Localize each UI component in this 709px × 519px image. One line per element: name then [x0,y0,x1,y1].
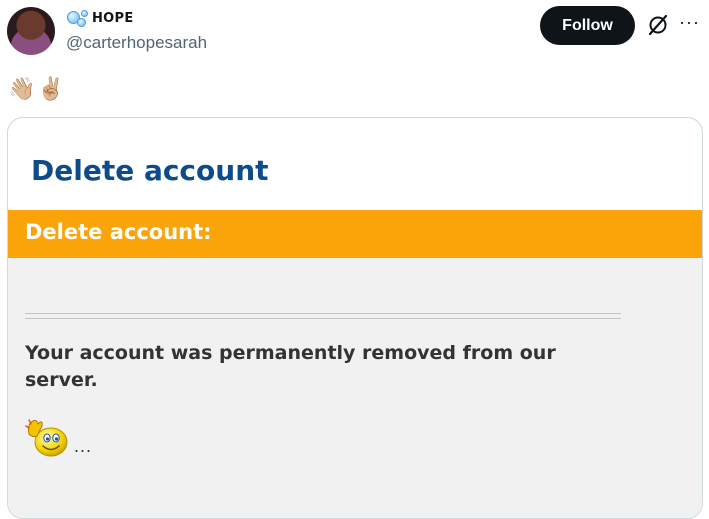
post-text: 👋🏼✌🏼 [8,76,67,101]
display-name[interactable]: HOPE [92,11,134,26]
avatar[interactable] [7,7,55,55]
trailing-ellipsis: ... [74,436,93,456]
divider [25,313,621,319]
bubbles-icon [66,9,90,27]
message-panel: Your account was permanently removed fro… [8,258,702,518]
image-card[interactable]: Delete account Delete account: Your acco… [7,117,703,519]
more-options-icon[interactable]: ··· [679,12,700,33]
section-header: Delete account: [25,220,212,244]
section-header-bar: Delete account: [8,210,702,258]
account-removed-message: Your account was permanently removed fro… [25,342,556,391]
card-title: Delete account [31,154,269,187]
display-name-row[interactable]: HOPE [66,9,134,27]
grok-icon[interactable] [647,14,669,36]
follow-button[interactable]: Follow [540,6,635,45]
waving-smiley-icon [25,419,68,457]
user-handle[interactable]: @carterhopesarah [66,33,207,53]
